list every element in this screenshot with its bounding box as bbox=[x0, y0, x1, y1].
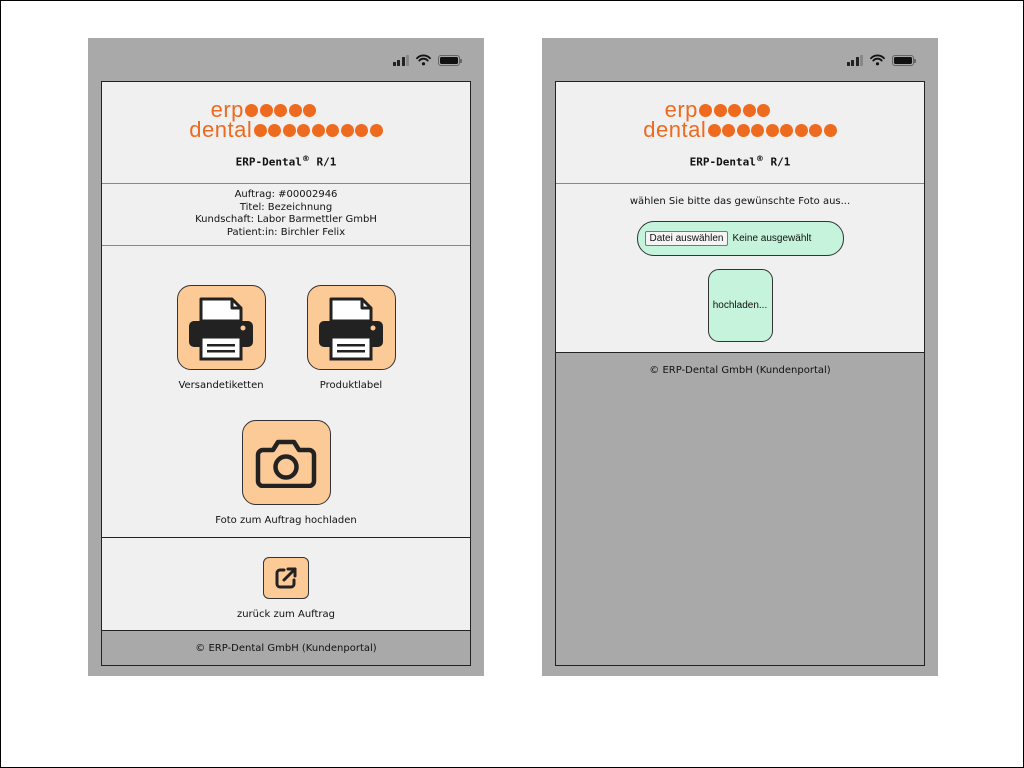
erp-dental-logo: erp dental bbox=[556, 82, 924, 141]
portal-screen-upload: erp dental ERP-Dental® R/1 wählen Sie bi… bbox=[555, 81, 925, 666]
phone-left: erp dental ERP-Dental® R/1 Auftrag: #000… bbox=[88, 38, 484, 676]
actions-section: Versandetiketten Produktlabel Foto zum A… bbox=[102, 246, 470, 537]
order-patient: Patient:in: Birchler Felix bbox=[226, 226, 346, 238]
status-bar bbox=[846, 53, 916, 67]
signal-icon bbox=[392, 54, 409, 66]
upload-section: wählen Sie bitte das gewünschte Foto aus… bbox=[556, 184, 924, 352]
phone-right: erp dental ERP-Dental® R/1 wählen Sie bi… bbox=[542, 38, 938, 676]
upload-button[interactable]: hochladen... bbox=[707, 269, 773, 342]
back-to-order-button[interactable] bbox=[263, 557, 309, 599]
produktlabel-label: Produktlabel bbox=[319, 380, 383, 391]
foto-upload-tile: Foto zum Auftrag hochladen bbox=[102, 420, 470, 526]
order-number: Auftrag: #00002946 bbox=[234, 189, 338, 200]
order-customer: Kundschaft: Labor Barmettler GmbH bbox=[195, 214, 377, 225]
printer-icon bbox=[189, 297, 253, 360]
order-info: Auftrag: #00002946 Titel: Bezeichnung Ku… bbox=[102, 184, 470, 245]
external-link-icon bbox=[275, 567, 297, 589]
foto-upload-label: Foto zum Auftrag hochladen bbox=[215, 515, 357, 526]
footer-copyright: © ERP-Dental GmbH (Kundenportal) bbox=[195, 643, 377, 654]
back-section: zurück zum Auftrag bbox=[102, 538, 470, 630]
wifi-icon bbox=[416, 54, 431, 66]
header-section: erp dental ERP-Dental® R/1 bbox=[102, 82, 470, 183]
versandetiketten-tile: Versandetiketten bbox=[176, 285, 266, 391]
printer-icon bbox=[319, 297, 383, 360]
versandetiketten-label: Versandetiketten bbox=[178, 380, 264, 391]
portal-screen-main: erp dental ERP-Dental® R/1 Auftrag: #000… bbox=[101, 81, 471, 666]
versandetiketten-button[interactable] bbox=[176, 285, 266, 370]
camera-icon bbox=[255, 439, 317, 488]
footer-copyright: © ERP-Dental GmbH (Kundenportal) bbox=[649, 365, 831, 376]
upload-prompt: wählen Sie bitte das gewünschte Foto aus… bbox=[629, 196, 851, 207]
battery-icon bbox=[892, 54, 916, 66]
wifi-icon bbox=[870, 54, 885, 66]
app-title: ERP-Dental® R/1 bbox=[235, 154, 337, 169]
produktlabel-button[interactable] bbox=[306, 285, 396, 370]
app-title: ERP-Dental® R/1 bbox=[689, 154, 791, 169]
status-bar bbox=[392, 53, 462, 67]
produktlabel-tile: Produktlabel bbox=[306, 285, 396, 391]
battery-icon bbox=[438, 54, 462, 66]
back-to-order-label: zurück zum Auftrag bbox=[236, 609, 336, 620]
signal-icon bbox=[846, 54, 863, 66]
file-input: Datei auswählen Keine ausgewählt bbox=[636, 221, 844, 256]
file-status: Keine ausgewählt bbox=[732, 233, 812, 244]
order-title: Titel: Bezeichnung bbox=[239, 201, 333, 213]
erp-dental-logo: erp dental bbox=[102, 82, 470, 141]
foto-upload-button[interactable] bbox=[241, 420, 331, 505]
choose-file-button[interactable]: Datei auswählen bbox=[644, 231, 729, 246]
header-section: erp dental ERP-Dental® R/1 bbox=[556, 82, 924, 183]
